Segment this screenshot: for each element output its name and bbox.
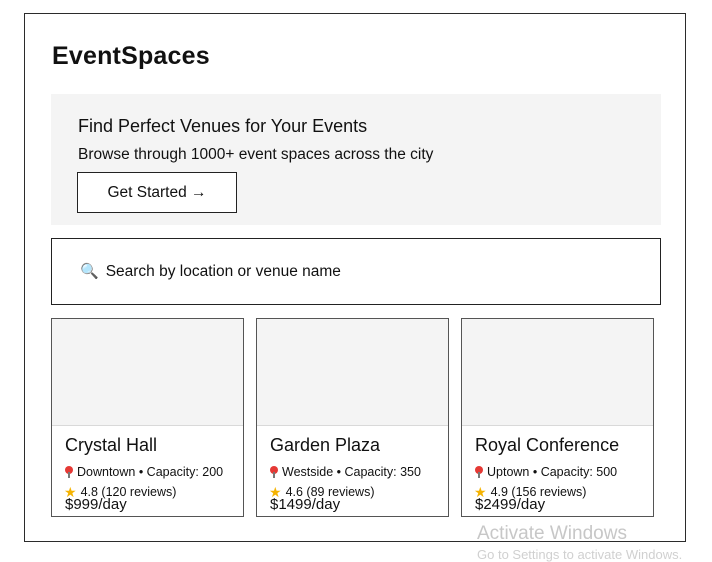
- venue-name: Garden Plaza: [270, 435, 381, 455]
- app-frame: EventSpaces Find Perfect Venues for Your…: [24, 13, 686, 542]
- venue-location-text: Downtown • Capacity: 200: [77, 465, 224, 479]
- location-pin-icon: [270, 466, 278, 478]
- venue-card-crystal-hall[interactable]: Crystal Hall Downtown • Capacity: 200 ★ …: [51, 318, 244, 517]
- venue-location-capacity: Uptown • Capacity: 500: [475, 465, 617, 479]
- venue-price: $2499/day: [475, 496, 546, 513]
- venue-location-text: Westside • Capacity: 350: [282, 465, 421, 479]
- search-input[interactable]: 🔍 Search by location or venue name: [51, 238, 661, 305]
- get-started-button[interactable]: Get Started →: [77, 172, 237, 213]
- venue-image-placeholder: [257, 319, 448, 426]
- search-placeholder: Search by location or venue name: [105, 262, 341, 280]
- hero-subtitle: Browse through 1000+ event spaces across…: [78, 146, 434, 163]
- venue-price: $1499/day: [270, 496, 341, 513]
- venue-card-garden-plaza[interactable]: Garden Plaza Westside • Capacity: 350 ★ …: [256, 318, 449, 517]
- magnifier-icon: 🔍: [80, 263, 99, 280]
- brand-logo-text[interactable]: EventSpaces: [52, 42, 210, 71]
- venue-location-capacity: Westside • Capacity: 350: [270, 465, 421, 479]
- venue-image-placeholder: [462, 319, 653, 426]
- venue-card-royal-conference[interactable]: Royal Conference Uptown • Capacity: 500 …: [461, 318, 654, 517]
- venue-price: $999/day: [65, 496, 127, 513]
- venue-name: Crystal Hall: [65, 435, 158, 455]
- venue-location-text: Uptown • Capacity: 500: [487, 465, 618, 479]
- venue-image-placeholder: [52, 319, 243, 426]
- hero-title: Find Perfect Venues for Your Events: [78, 116, 368, 136]
- activate-windows-watermark: Activate Windows: [477, 523, 627, 544]
- location-pin-icon: [475, 466, 483, 478]
- venue-name: Royal Conference: [475, 435, 620, 455]
- hero-banner: Find Perfect Venues for Your Events Brow…: [51, 94, 661, 225]
- location-pin-icon: [65, 466, 73, 478]
- venue-location-capacity: Downtown • Capacity: 200: [65, 465, 223, 479]
